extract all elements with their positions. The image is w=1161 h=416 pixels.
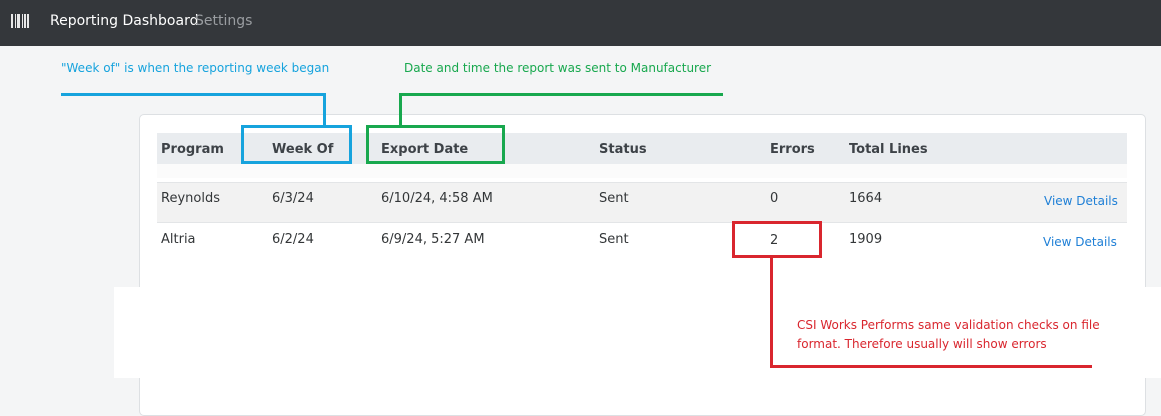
barcode-icon[interactable]	[11, 14, 29, 28]
row-export-date: 6/10/24, 4:58 AM	[381, 191, 493, 206]
export-date-annotation: Date and time the report was sent to Man…	[404, 61, 712, 75]
row-status: Sent	[599, 191, 629, 206]
row-status: Sent	[599, 232, 629, 247]
row-total-lines: 1664	[849, 191, 883, 206]
week-of-callout-line	[61, 93, 326, 96]
export-date-callout-line	[399, 93, 723, 96]
header-program: Program	[161, 142, 224, 157]
view-details-link[interactable]: View Details	[1044, 194, 1118, 208]
errors-callout-connector	[770, 257, 773, 368]
row-week-of: 6/3/24	[272, 191, 314, 206]
header-errors: Errors	[770, 142, 815, 157]
export-date-highlight-box	[366, 125, 505, 164]
row-program: Altria	[161, 232, 196, 247]
errors-annotation: CSI Works Performs same validation check…	[797, 318, 1100, 351]
row-errors: 0	[770, 191, 779, 206]
header-total-lines: Total Lines	[849, 142, 928, 157]
nav-reporting-dashboard[interactable]: Reporting Dashboard	[50, 13, 198, 29]
table-spacer	[157, 164, 1127, 178]
week-of-callout-connector	[323, 93, 326, 126]
top-navbar: Reporting Dashboard Settings	[0, 0, 1161, 46]
week-of-annotation: "Week of" is when the reporting week beg…	[61, 61, 330, 75]
errors-callout-line	[770, 365, 1092, 368]
row-week-of: 6/2/24	[272, 232, 314, 247]
week-of-highlight-box	[241, 125, 352, 164]
nav-settings-link[interactable]: Settings	[195, 13, 252, 29]
header-status: Status	[599, 142, 647, 157]
export-date-callout-connector	[399, 93, 402, 126]
errors-highlight-box	[732, 221, 822, 258]
row-export-date: 6/9/24, 5:27 AM	[381, 232, 485, 247]
view-details-link[interactable]: View Details	[1043, 235, 1117, 249]
row-total-lines: 1909	[849, 232, 883, 247]
row-program: Reynolds	[161, 191, 220, 206]
